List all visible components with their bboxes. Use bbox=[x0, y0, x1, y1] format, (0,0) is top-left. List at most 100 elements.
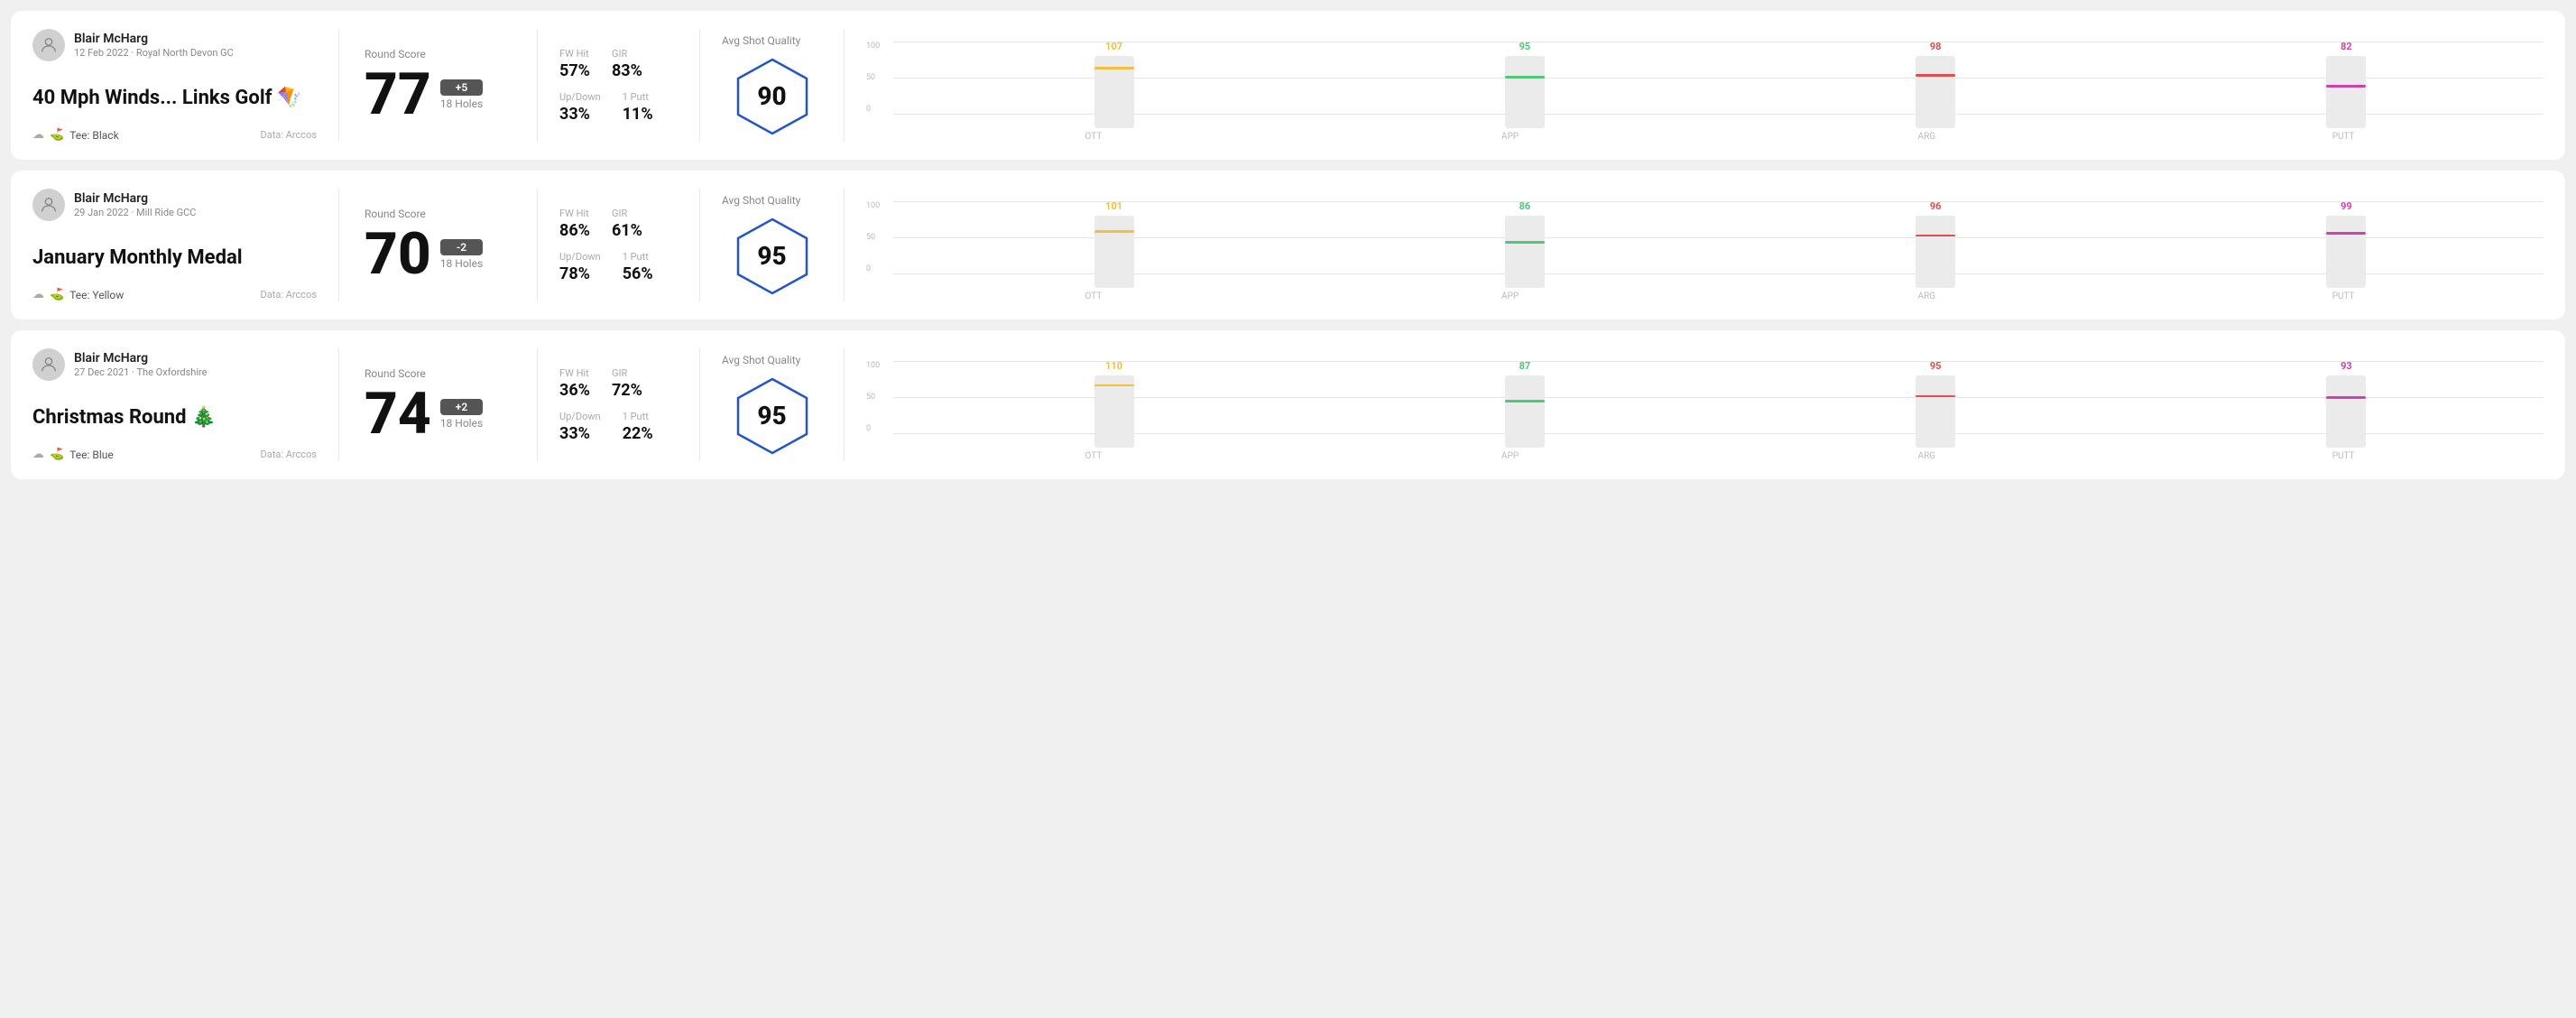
stats-section: FW Hit36%GIR72%Up/Down33%1 Putt22% bbox=[538, 348, 700, 461]
quality-score: 95 bbox=[757, 401, 786, 430]
quality-label: Avg Shot Quality bbox=[722, 194, 800, 207]
stat-value-fw-hit: 36% bbox=[559, 381, 590, 400]
stat-oneputt: 1 Putt11% bbox=[623, 91, 653, 124]
bar-line-putt bbox=[2326, 232, 2366, 235]
y-label-50: 50 bbox=[866, 233, 880, 242]
avatar bbox=[32, 29, 65, 61]
chart-labels-row: OTTAPPARGPUTT bbox=[866, 292, 2544, 301]
chart-outer: 100 50 0 107959882 bbox=[866, 29, 2544, 128]
stat-gir: GIR72% bbox=[612, 367, 642, 400]
bar-wrapper-arg bbox=[1916, 216, 1955, 288]
chart-bars-area: 110879593 bbox=[890, 348, 2544, 448]
y-label-50: 50 bbox=[866, 73, 880, 82]
stat-value-updown: 78% bbox=[559, 264, 601, 283]
tee-info: ☁⛳Tee: Black bbox=[32, 128, 119, 142]
chart-col-putt: 99 bbox=[2149, 200, 2544, 288]
score-section: Round Score74+218 Holes bbox=[339, 348, 538, 461]
bar-wrapper-arg bbox=[1916, 56, 1955, 128]
stat-value-oneputt: 22% bbox=[623, 424, 653, 443]
bar-wrapper-ott bbox=[1094, 375, 1134, 448]
bar-line-app bbox=[1505, 76, 1545, 79]
user-meta: Blair McHarg12 Feb 2022 · Royal North De… bbox=[74, 32, 234, 59]
stats-top: FW Hit57%GIR83% bbox=[559, 48, 678, 80]
chart-bars-area: 101 86 96 99 bbox=[890, 189, 2544, 288]
bar-wrapper-ott bbox=[1094, 216, 1134, 288]
stat-label-updown: Up/Down bbox=[559, 411, 601, 422]
bar-line-putt bbox=[2326, 396, 2366, 399]
quality-label: Avg Shot Quality bbox=[722, 354, 800, 366]
chart-col-arg: 98 bbox=[1739, 41, 2133, 128]
quality-section: Avg Shot Quality 95 bbox=[700, 348, 845, 461]
stats-section: FW Hit57%GIR83%Up/Down33%1 Putt11% bbox=[538, 29, 700, 142]
chart-label-putt: PUTT bbox=[2143, 292, 2544, 301]
score-badge-col: +2 18 Holes bbox=[440, 399, 483, 430]
stat-updown: Up/Down78% bbox=[559, 251, 601, 283]
score-row: 70-218 Holes bbox=[365, 226, 512, 283]
stat-gir: GIR61% bbox=[612, 208, 642, 240]
stat-label-oneputt: 1 Putt bbox=[623, 91, 653, 103]
stats-section: FW Hit86%GIR61% Up/Down78%1 Putt56% bbox=[538, 189, 700, 301]
chart-label-putt: PUTT bbox=[2143, 451, 2544, 461]
chart-value-app: 95 bbox=[1519, 41, 1531, 52]
weather-icon: ☁ bbox=[32, 448, 44, 461]
score-badge: +2 bbox=[440, 399, 483, 415]
y-label-50: 50 bbox=[866, 393, 880, 402]
chart-section: 100 50 0 101869699OTTAPPARGPUTT bbox=[845, 189, 2544, 301]
score-label: Round Score bbox=[365, 208, 512, 220]
chart-label-arg: ARG bbox=[1727, 132, 2128, 142]
user-meta: Blair McHarg27 Dec 2021 · The Oxfordshir… bbox=[74, 351, 207, 378]
round-title: Christmas Round 🎄 bbox=[32, 406, 317, 429]
avatar bbox=[32, 348, 65, 381]
stats-bottom: Up/Down78%1 Putt56% bbox=[559, 251, 678, 283]
chart-labels-row: OTTAPPARGPUTT bbox=[866, 451, 2544, 461]
holes-text: 18 Holes bbox=[440, 417, 483, 430]
chart-col-ott: 101 bbox=[917, 200, 1311, 288]
y-label-100: 100 bbox=[866, 201, 880, 210]
bar-line-app bbox=[1505, 400, 1545, 403]
chart-value-arg: 98 bbox=[1930, 41, 1942, 52]
chart-value-putt: 82 bbox=[2341, 41, 2352, 52]
hexagon-container: 95 bbox=[732, 375, 813, 457]
score-section: Round Score 70-218 Holes bbox=[339, 189, 538, 301]
chart-value-ott: 110 bbox=[1105, 360, 1122, 372]
chart-value-app: 86 bbox=[1519, 200, 1531, 212]
chart-col-arg: 96 bbox=[1739, 200, 2133, 288]
chart-value-ott: 101 bbox=[1105, 200, 1122, 212]
holes-text: 18 Holes bbox=[440, 257, 483, 270]
left-section: Blair McHarg29 Jan 2022 · Mill Ride GCCJ… bbox=[32, 189, 339, 301]
golf-bag-icon: ⛳ bbox=[50, 288, 64, 301]
chart-col-app: 95 bbox=[1327, 41, 1722, 128]
holes-text: 18 Holes bbox=[440, 97, 483, 110]
bar-line-app bbox=[1505, 241, 1545, 244]
user-info: Blair McHarg12 Feb 2022 · Royal North De… bbox=[32, 29, 317, 61]
y-axis-labels: 100 50 0 bbox=[866, 361, 880, 433]
chart-value-arg: 96 bbox=[1930, 200, 1942, 212]
bar-wrapper-putt bbox=[2326, 216, 2366, 288]
chart-value-app: 87 bbox=[1519, 360, 1531, 372]
stat-label-fw-hit: FW Hit bbox=[559, 208, 590, 219]
chart-label-app: APP bbox=[1310, 451, 1711, 461]
quality-score: 90 bbox=[757, 81, 786, 111]
data-source: Data: Arccos bbox=[261, 129, 317, 141]
y-label-100: 100 bbox=[866, 42, 880, 51]
chart-label-app: APP bbox=[1310, 132, 1711, 142]
chart-col-putt: 93 bbox=[2149, 360, 2544, 448]
tee-label: Tee: Yellow bbox=[69, 289, 124, 301]
chart-labels-row: OTTAPPARGPUTT bbox=[866, 132, 2544, 142]
user-date-course: 29 Jan 2022 · Mill Ride GCC bbox=[74, 207, 196, 218]
chart-value-putt: 93 bbox=[2341, 360, 2352, 372]
chart-col-ott: 110 bbox=[917, 360, 1311, 448]
stat-value-gir: 72% bbox=[612, 381, 642, 400]
round-card: Blair McHarg27 Dec 2021 · The Oxfordshir… bbox=[11, 330, 2565, 479]
y-axis-labels: 100 50 0 bbox=[866, 42, 880, 114]
score-row: 74+218 Holes bbox=[365, 385, 512, 443]
stat-value-gir: 83% bbox=[612, 61, 642, 80]
stat-fw-hit: FW Hit36% bbox=[559, 367, 590, 400]
stats-top: FW Hit86%GIR61% bbox=[559, 208, 678, 240]
stat-value-oneputt: 56% bbox=[623, 264, 653, 283]
bar-wrapper-ott bbox=[1094, 56, 1134, 128]
bar-line-putt bbox=[2326, 85, 2366, 88]
bar-wrapper-app bbox=[1505, 216, 1545, 288]
avatar bbox=[32, 189, 65, 221]
user-meta: Blair McHarg29 Jan 2022 · Mill Ride GCC bbox=[74, 191, 196, 218]
